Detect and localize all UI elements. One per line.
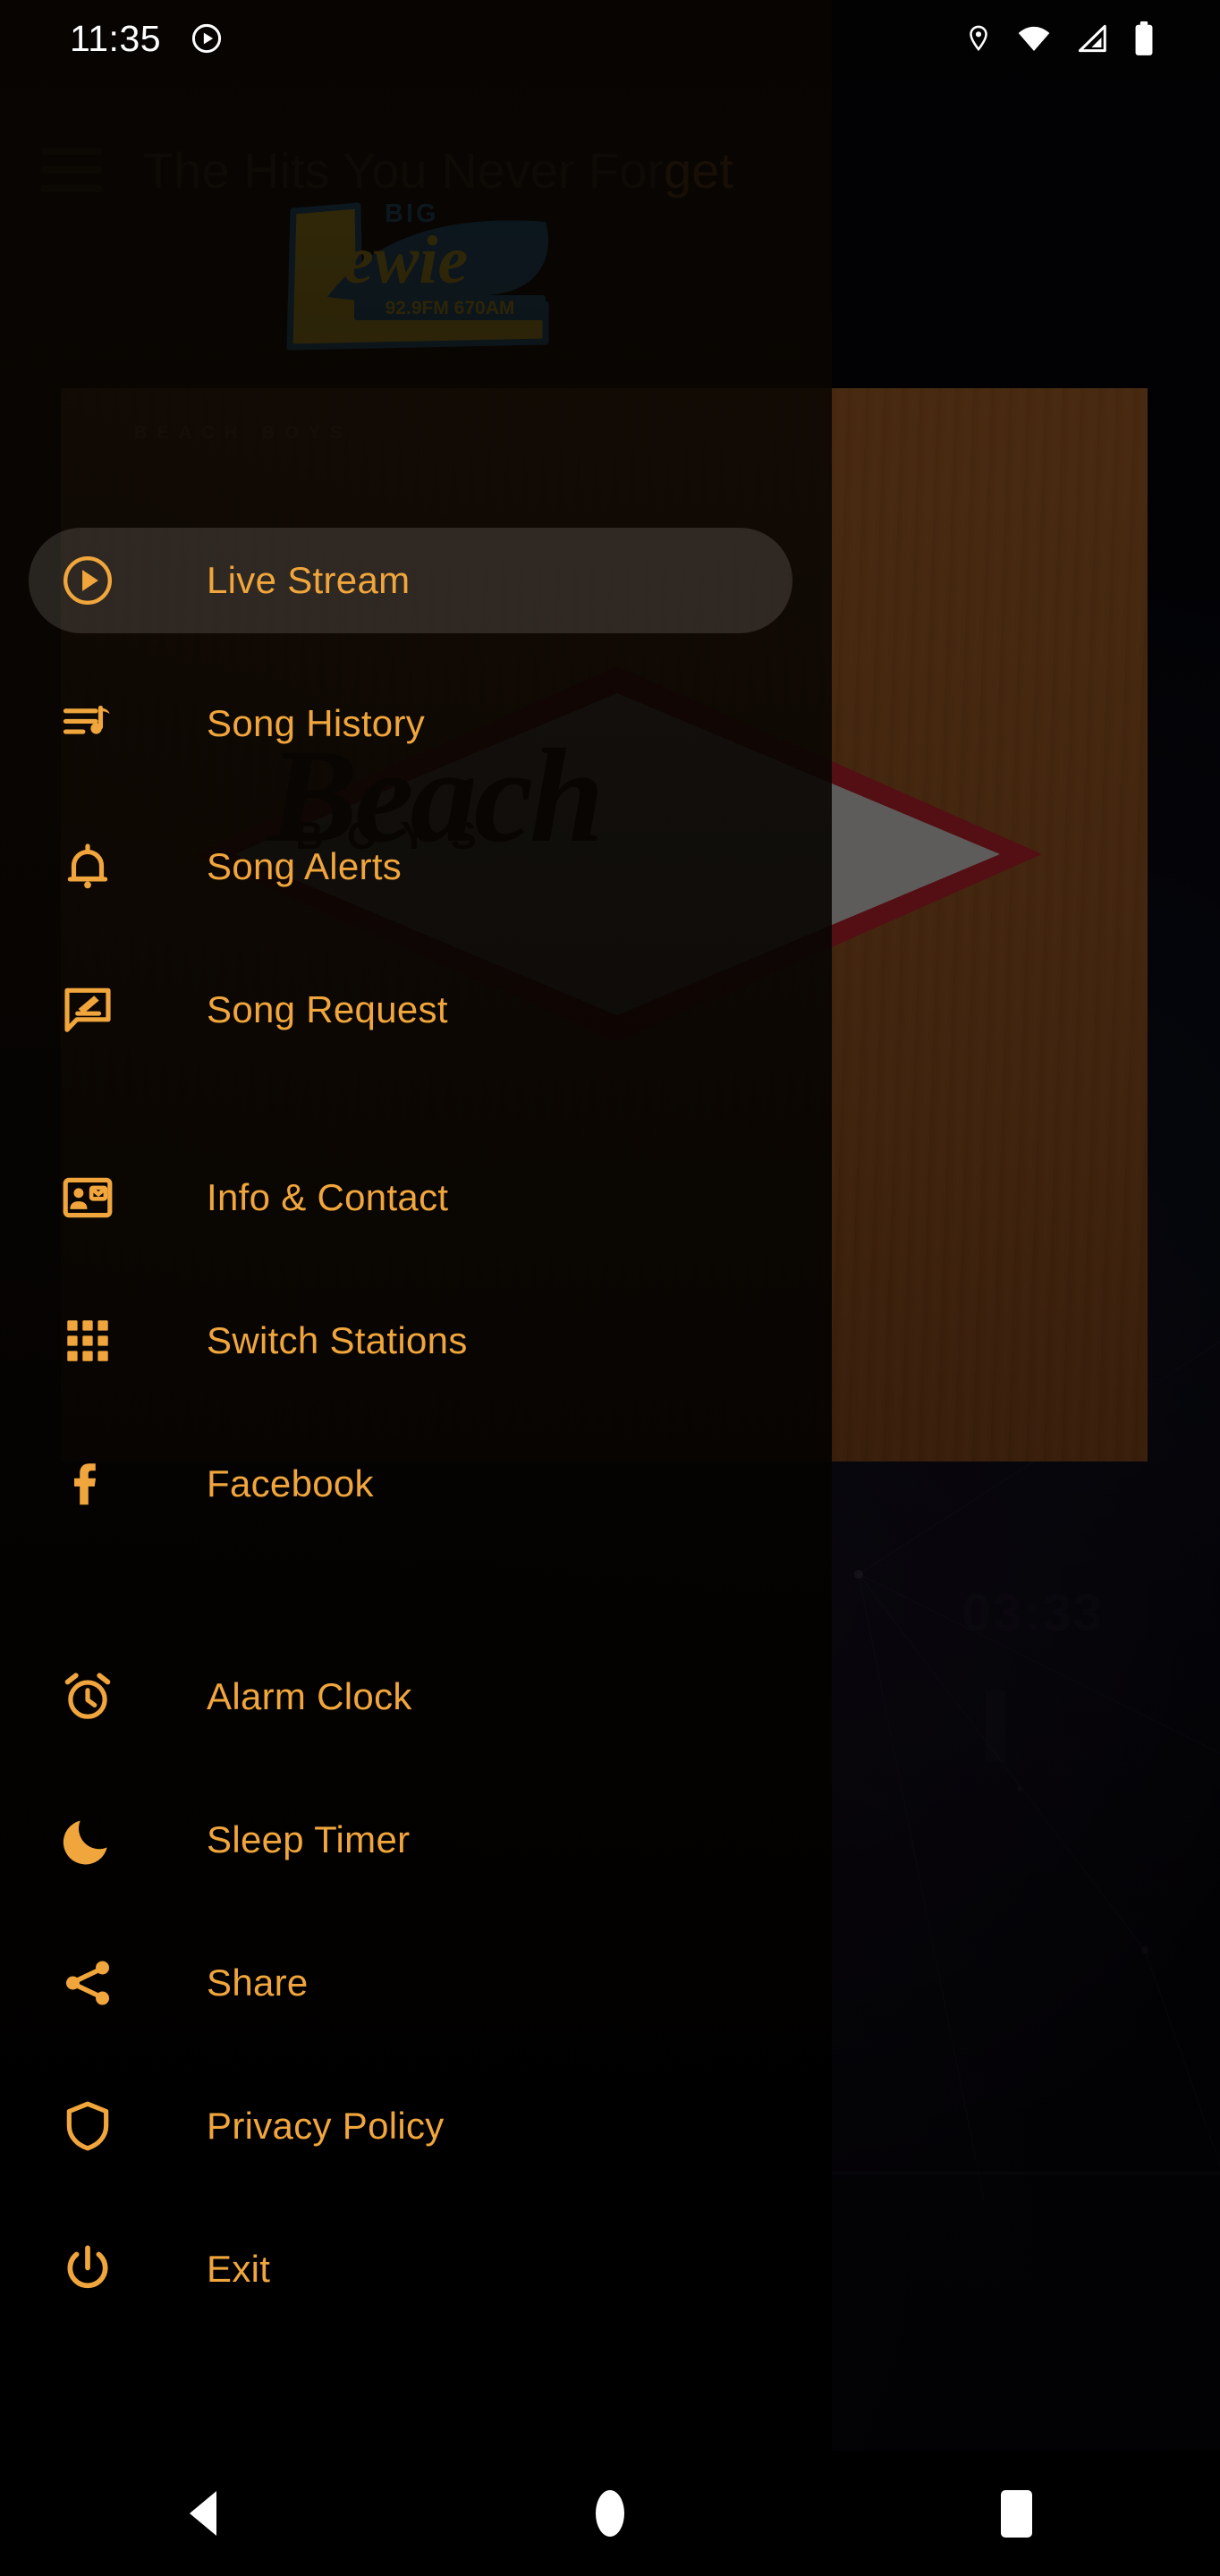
facebook-icon [59, 1455, 116, 1513]
drawer-item-label: Facebook [207, 1462, 374, 1504]
drawer-item-label: Song Request [207, 988, 448, 1030]
chat-edit-icon [59, 981, 116, 1038]
drawer-item-switch-stations[interactable]: Switch Stations [0, 1288, 832, 1394]
drawer-item-song-history[interactable]: Song History [0, 671, 832, 776]
home-button[interactable] [556, 2473, 664, 2554]
share-nodes-icon [59, 1954, 116, 2012]
navigation-drawer[interactable]: Live Stream Song History Song Alerts Song R… [0, 0, 832, 2504]
battery-icon [1135, 21, 1153, 55]
status-bar: 11:35 [0, 0, 1220, 77]
cellular-signal-icon [1078, 24, 1106, 53]
drawer-item-label: Exit [207, 2248, 271, 2290]
drawer-item-label: Sleep Timer [207, 1818, 411, 1860]
drawer-item-label: Song History [207, 702, 426, 744]
drawer-item-song-request[interactable]: Song Request [0, 957, 832, 1063]
drawer-item-label: Info & Contact [207, 1176, 449, 1218]
drawer-item-live-stream[interactable]: Live Stream [0, 528, 832, 633]
play-circle-icon [190, 21, 224, 55]
drawer-item-label: Live Stream [207, 559, 411, 601]
shield-icon [59, 2097, 116, 2155]
drawer-item-alarm-clock[interactable]: Alarm Clock [0, 1644, 832, 1750]
drawer-item-song-alerts[interactable]: Song Alerts [0, 814, 832, 919]
status-bar-clock: 11:35 [70, 17, 162, 59]
bell-icon [59, 838, 116, 895]
drawer-item-info-contact[interactable]: Info & Contact [0, 1145, 832, 1250]
location-pin-icon [970, 25, 987, 52]
contact-card-icon [59, 1169, 116, 1226]
drawer-item-share[interactable]: Share [0, 1930, 832, 2036]
recents-button[interactable] [963, 2473, 1071, 2554]
play-circle-icon [59, 552, 116, 609]
grid-apps-icon [59, 1312, 116, 1369]
drawer-item-label: Alarm Clock [207, 1675, 412, 1717]
alarm-clock-icon [59, 1668, 116, 1725]
drawer-item-label: Privacy Policy [207, 2105, 445, 2147]
phone-screen: BEACH BOYS Beach BOYS 03:33 The Hits You… [0, 0, 1220, 2576]
back-button[interactable] [149, 2473, 257, 2554]
drawer-item-privacy-policy[interactable]: Privacy Policy [0, 2073, 832, 2179]
drawer-item-sleep-timer[interactable]: Sleep Timer [0, 1787, 832, 1893]
drawer-item-label: Share [207, 1962, 309, 2004]
drawer-item-label: Switch Stations [207, 1319, 468, 1361]
wifi-icon [1018, 26, 1050, 51]
status-bar-icons [964, 20, 1156, 57]
power-icon [59, 2241, 116, 2298]
drawer-item-label: Song Alerts [207, 845, 402, 887]
moon-icon [59, 1811, 116, 1868]
drawer-item-exit[interactable]: Exit [0, 2216, 832, 2322]
queue-music-icon [59, 695, 116, 752]
system-navigation-bar [0, 2451, 1220, 2576]
drawer-item-facebook[interactable]: Facebook [0, 1431, 832, 1537]
